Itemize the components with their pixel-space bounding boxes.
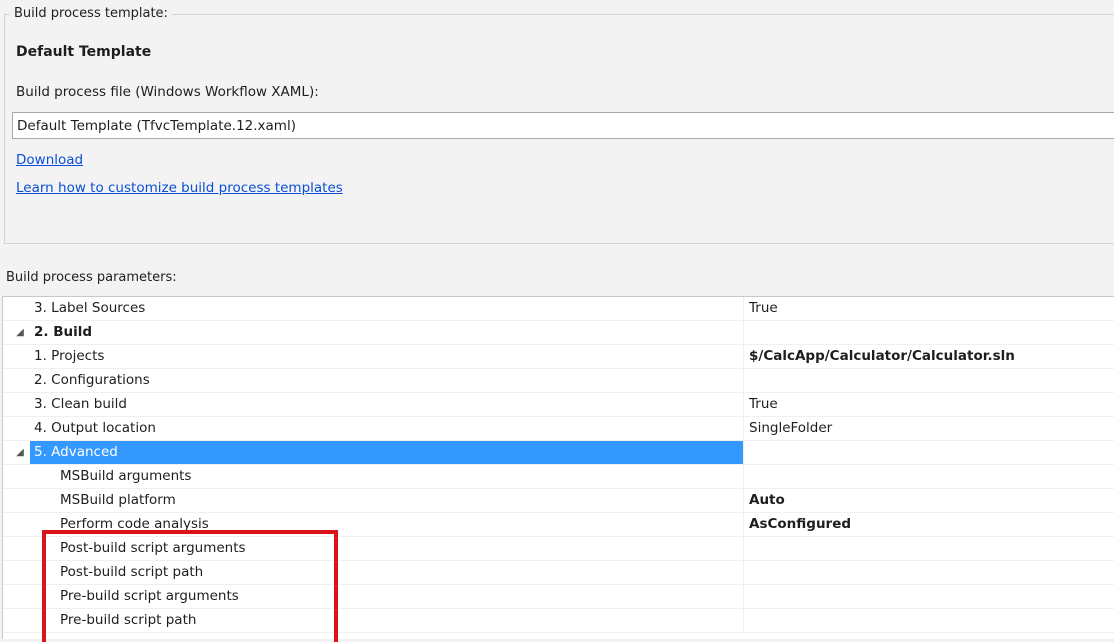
- grid-row-pre-build-script-arguments[interactable]: Pre-build script arguments: [3, 585, 1114, 609]
- selection-highlight: [30, 441, 743, 464]
- column-divider: [743, 609, 744, 633]
- column-divider: [743, 297, 744, 321]
- row-name: Perform code analysis: [60, 516, 209, 532]
- expander-icon: [13, 393, 27, 416]
- grid-row-pre-build-script-path[interactable]: Pre-build script path: [3, 609, 1114, 633]
- grid-row-configurations[interactable]: 2. Configurations: [3, 369, 1114, 393]
- row-name: 2. Build: [34, 324, 93, 340]
- row-name: MSBuild arguments: [60, 468, 192, 484]
- template-name: Default Template: [16, 44, 152, 60]
- row-name: MSBuild platform: [60, 492, 176, 508]
- expander-icon: [13, 345, 27, 368]
- column-divider: [743, 417, 744, 441]
- column-divider: [743, 513, 744, 537]
- row-value[interactable]: Auto: [749, 489, 785, 512]
- column-divider: [743, 393, 744, 417]
- grid-row-label-sources[interactable]: 3. Label Sources True: [3, 297, 1114, 321]
- column-divider: [743, 537, 744, 561]
- expander-icon: [13, 417, 27, 440]
- grid-row-msbuild-platform[interactable]: MSBuild platform Auto: [3, 489, 1114, 513]
- collapse-arrow-icon[interactable]: ◢: [13, 321, 27, 344]
- expander-icon: [13, 585, 27, 608]
- grid-row-post-build-script-arguments[interactable]: Post-build script arguments: [3, 537, 1114, 561]
- grid-row-advanced-category[interactable]: ◢ 5. Advanced: [3, 441, 1114, 465]
- expander-icon: [13, 609, 27, 632]
- collapse-arrow-icon[interactable]: ◢: [13, 441, 27, 464]
- row-value[interactable]: $/CalcApp/Calculator/Calculator.sln: [749, 345, 1015, 368]
- row-name: 5. Advanced: [34, 444, 118, 460]
- grid-row-build-category[interactable]: ◢ 2. Build: [3, 321, 1114, 345]
- column-divider: [743, 561, 744, 585]
- column-divider: [743, 585, 744, 609]
- row-name: Post-build script path: [60, 564, 204, 580]
- build-process-file-label: Build process file (Windows Workflow XAM…: [16, 84, 319, 100]
- row-name: Post-build script arguments: [60, 540, 246, 556]
- row-name: 1. Projects: [34, 348, 105, 364]
- download-link[interactable]: Download: [16, 152, 83, 168]
- grid-row-msbuild-arguments[interactable]: MSBuild arguments: [3, 465, 1114, 489]
- expander-icon: [13, 537, 27, 560]
- build-process-file-field[interactable]: Default Template (TfvcTemplate.12.xaml): [12, 112, 1114, 139]
- column-divider: [743, 489, 744, 513]
- expander-icon: [13, 297, 27, 320]
- build-process-parameters-label: Build process parameters:: [6, 270, 177, 285]
- grid-row-clean-build[interactable]: 3. Clean build True: [3, 393, 1114, 417]
- grid-row-output-location[interactable]: 4. Output location SingleFolder: [3, 417, 1114, 441]
- row-value[interactable]: True: [749, 393, 778, 416]
- expander-icon: [13, 465, 27, 488]
- expander-icon: [13, 369, 27, 392]
- row-name: 4. Output location: [34, 420, 156, 436]
- row-value[interactable]: AsConfigured: [749, 513, 851, 536]
- row-value[interactable]: SingleFolder: [749, 417, 832, 440]
- row-name: 3. Label Sources: [34, 300, 146, 316]
- column-divider: [743, 441, 744, 465]
- grid-row-projects[interactable]: 1. Projects $/CalcApp/Calculator/Calcula…: [3, 345, 1114, 369]
- expander-icon: [13, 489, 27, 512]
- grid-row-perform-code-analysis[interactable]: Perform code analysis AsConfigured: [3, 513, 1114, 537]
- row-value[interactable]: True: [749, 297, 778, 320]
- row-name: 2. Configurations: [34, 372, 150, 388]
- column-divider: [743, 465, 744, 489]
- column-divider: [743, 369, 744, 393]
- expander-icon: [13, 561, 27, 584]
- parameters-property-grid: 3. Label Sources True ◢ 2. Build 1. Proj…: [2, 296, 1114, 639]
- column-divider: [743, 345, 744, 369]
- learn-customize-link[interactable]: Learn how to customize build process tem…: [16, 180, 343, 196]
- grid-row-post-build-script-path[interactable]: Post-build script path: [3, 561, 1114, 585]
- column-divider: [743, 321, 744, 345]
- expander-icon: [13, 513, 27, 536]
- row-name: Pre-build script path: [60, 612, 197, 628]
- build-process-template-legend: Build process template:: [10, 6, 172, 21]
- row-name: Pre-build script arguments: [60, 588, 239, 604]
- row-name: 3. Clean build: [34, 396, 127, 412]
